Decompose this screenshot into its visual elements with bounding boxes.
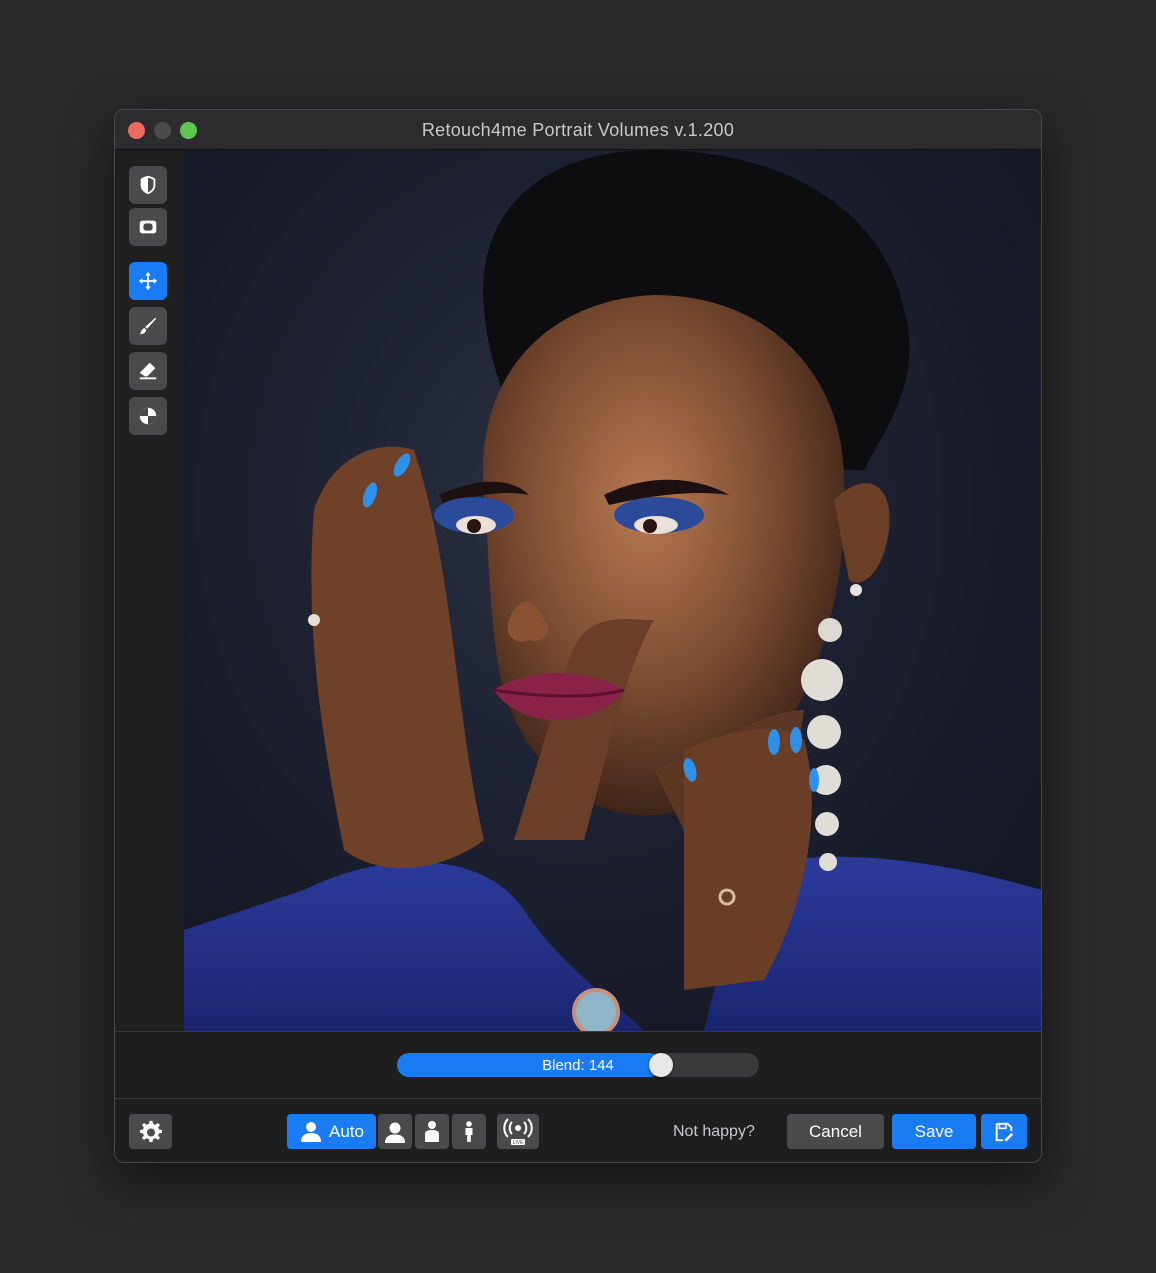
tool-mask-button[interactable] [129,397,167,435]
live-badge-text: LIVE [513,1140,525,1146]
full-body-mode-button[interactable] [452,1114,486,1149]
live-preview-button[interactable]: LIVE [497,1114,539,1149]
brush-icon [139,317,157,335]
save-button[interactable]: Save [892,1114,976,1149]
tool-brush-button[interactable] [129,307,167,345]
tool-move-button[interactable] [129,262,167,300]
bottom-panel: Blend: 144 Auto LIVE Not happy? Cancel S… [115,1031,1041,1162]
blend-slider-label: Blend: 144 [542,1057,614,1074]
auto-mode-label: Auto [329,1121,364,1141]
gear-icon [139,1120,162,1142]
settings-button[interactable] [129,1114,172,1149]
tool-compare-button[interactable] [129,166,167,204]
not-happy-text: Not happy? [673,1123,755,1140]
blend-slider[interactable]: Blend: 144 [397,1053,759,1077]
divider [115,1098,1041,1099]
half-shield-icon [140,175,156,195]
photo-canvas[interactable] [184,150,1041,1031]
save-edit-icon [995,1122,1014,1141]
save-as-button[interactable] [981,1114,1027,1149]
headshot-mode-button[interactable] [378,1114,412,1149]
app-window: Retouch4me Portrait Volumes v.1.200 Blen… [114,109,1042,1163]
person-icon [301,1121,321,1142]
tool-eraser-button[interactable] [129,352,167,390]
eraser-icon [139,362,157,380]
portrait-photo [184,150,1041,1031]
auto-mode-button[interactable]: Auto [287,1114,376,1149]
tool-frame-button[interactable] [129,208,167,246]
half-body-mode-button[interactable] [415,1114,449,1149]
title-bar: Retouch4me Portrait Volumes v.1.200 [115,110,1041,150]
live-broadcast-icon: LIVE [503,1117,533,1146]
tool-sidebar [115,150,184,1031]
blend-slider-knob[interactable] [649,1053,673,1077]
move-icon [138,271,158,291]
frame-icon [139,220,157,234]
full-body-icon [465,1120,473,1142]
mask-circle-icon [139,407,157,425]
cancel-button[interactable]: Cancel [787,1114,884,1149]
headshot-icon [385,1122,405,1143]
window-title: Retouch4me Portrait Volumes v.1.200 [421,120,735,140]
half-body-icon [425,1120,439,1142]
